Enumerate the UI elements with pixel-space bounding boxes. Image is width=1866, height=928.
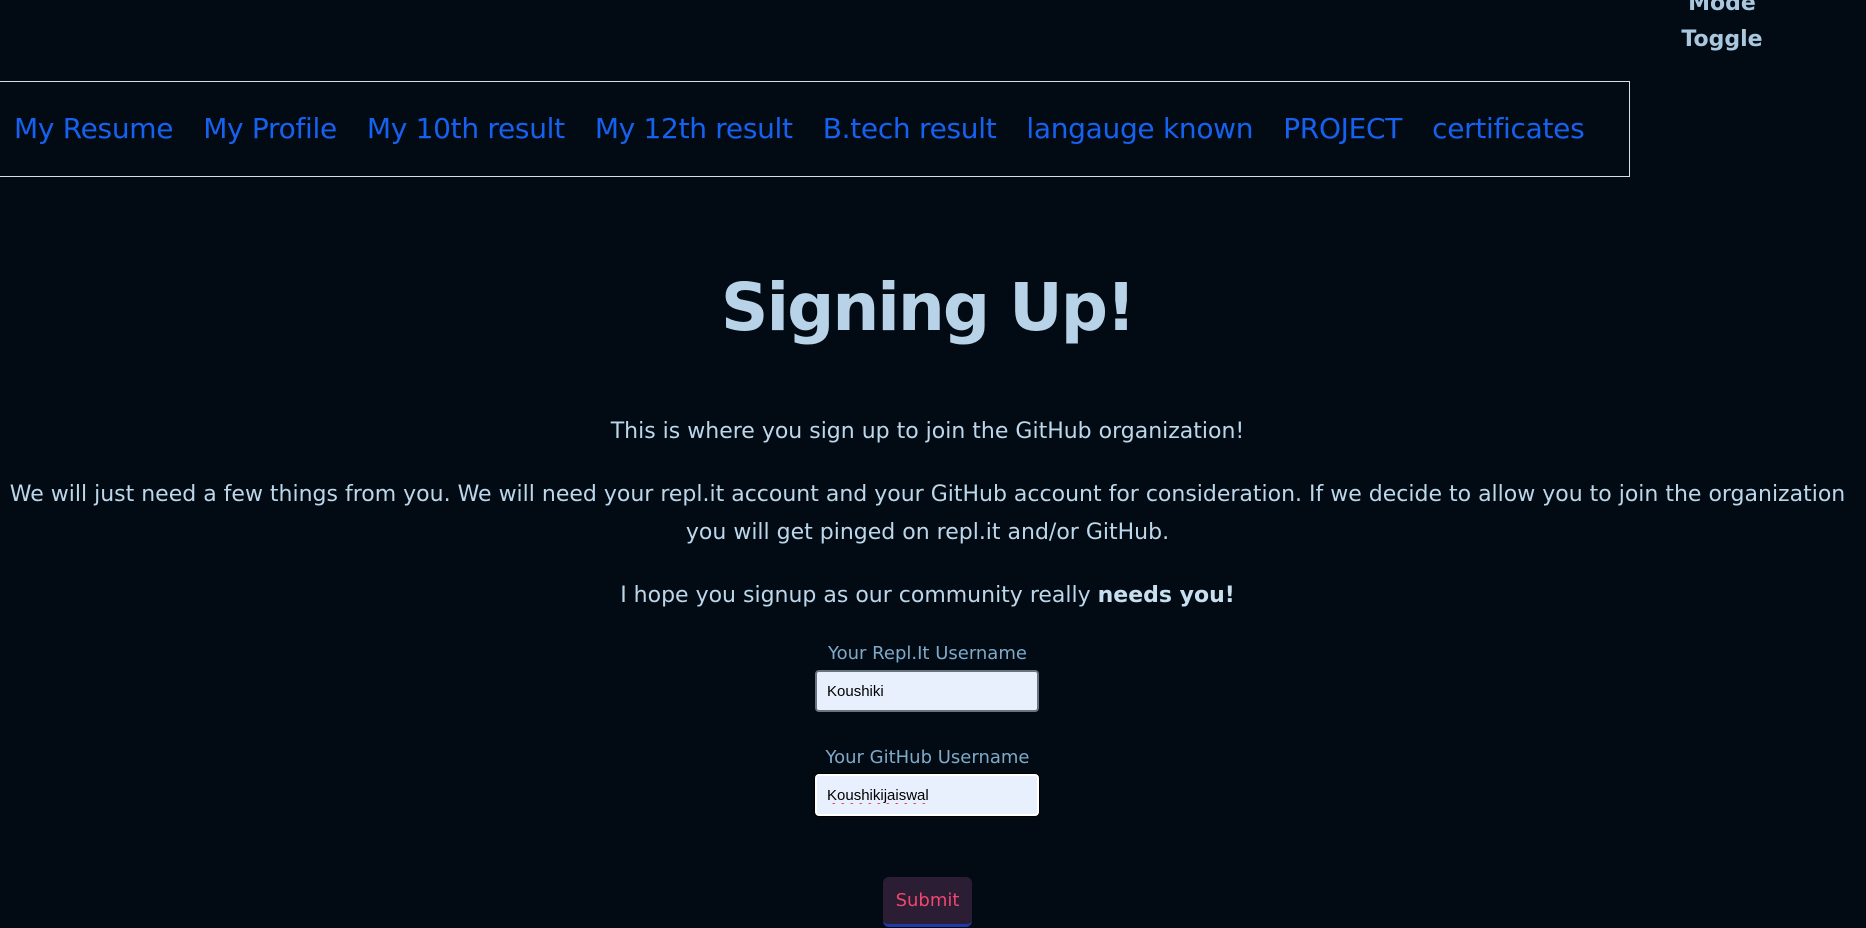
nav-link-project[interactable]: PROJECT (1283, 109, 1402, 149)
page-title: Signing Up! (720, 269, 1136, 346)
github-username-input[interactable] (815, 774, 1039, 816)
closing-text-prefix: I hope you signup as our community reall… (620, 583, 1098, 608)
replit-username-label: Your Repl.It Username (828, 643, 1027, 664)
nav-link-language-known[interactable]: langauge known (1026, 109, 1253, 149)
nav-link-btech-result[interactable]: B.tech result (823, 109, 997, 149)
closing-text-emphasis: needs you! (1097, 583, 1235, 608)
nav-link-resume[interactable]: My Resume (14, 109, 174, 149)
github-username-label: Your GitHub Username (825, 747, 1030, 768)
nav-link-profile[interactable]: My Profile (203, 109, 337, 149)
intro-text: This is where you sign up to join the Gi… (610, 419, 1245, 444)
submit-button[interactable]: Submit (883, 877, 972, 927)
nav-link-12th-result[interactable]: My 12th result (595, 109, 793, 149)
mode-toggle-line1: Mode (1688, 0, 1756, 16)
nav-link-certificates[interactable]: certificates (1432, 109, 1585, 149)
details-text: We will just need a few things from you.… (9, 482, 1846, 545)
mode-toggle[interactable]: Mode Toggle (1662, 0, 1782, 58)
closing-text: I hope you signup as our community reall… (0, 577, 1855, 615)
mode-toggle-line2: Toggle (1681, 27, 1763, 52)
navbar: My Resume My Profile My 10th result My 1… (0, 81, 1630, 177)
nav-link-10th-result[interactable]: My 10th result (367, 109, 565, 149)
replit-username-input[interactable] (815, 670, 1039, 712)
